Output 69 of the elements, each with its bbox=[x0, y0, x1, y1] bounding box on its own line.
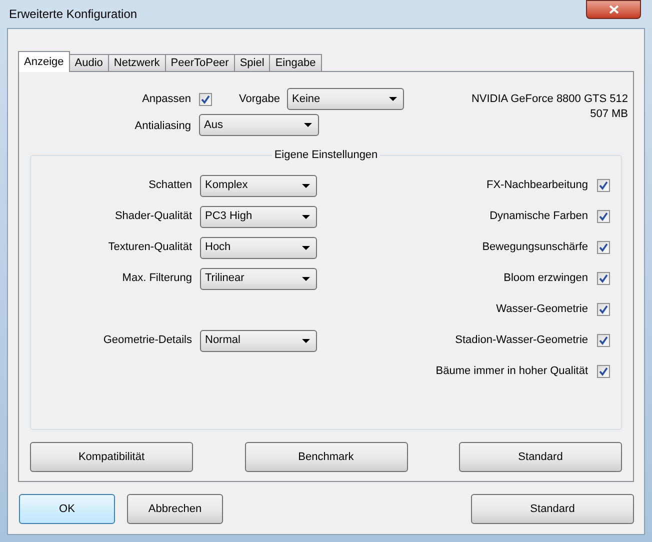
dropdown[interactable]: Trilinear bbox=[200, 268, 317, 290]
window-title: Erweiterte Konfiguration bbox=[9, 6, 138, 23]
caret-icon bbox=[304, 123, 312, 127]
checkmark-icon bbox=[599, 243, 608, 252]
checkmark-icon bbox=[599, 367, 608, 376]
tab[interactable]: Eingabe bbox=[269, 54, 322, 72]
dropdown[interactable]: Komplex bbox=[200, 174, 317, 196]
label: Shader-Qualität bbox=[114, 209, 192, 224]
checkbox[interactable] bbox=[597, 303, 610, 316]
label: Bloom erzwingen bbox=[504, 271, 588, 286]
caret-icon bbox=[302, 276, 310, 280]
checkbox[interactable] bbox=[597, 210, 610, 223]
checkbox[interactable] bbox=[597, 179, 610, 192]
label: Antialiasing bbox=[134, 118, 191, 134]
label: Anpassen bbox=[142, 92, 191, 107]
label: Max. Filterung bbox=[122, 271, 192, 286]
checkbox[interactable] bbox=[597, 272, 610, 285]
checkbox[interactable] bbox=[199, 92, 212, 106]
label: Geometrie-Details bbox=[103, 333, 192, 348]
checkbox[interactable] bbox=[597, 334, 610, 347]
label: Stadion-Wasser-Geometrie bbox=[455, 333, 588, 348]
label: Texturen-Qualität bbox=[108, 240, 192, 256]
memory-size: 507 MB bbox=[590, 107, 628, 122]
button[interactable]: Standard bbox=[459, 442, 622, 472]
tab[interactable]: Audio bbox=[68, 54, 109, 72]
label: Vorgabe bbox=[239, 92, 280, 107]
button[interactable]: Standard bbox=[471, 494, 634, 524]
close-icon bbox=[608, 5, 618, 14]
dropdown-value: Trilinear bbox=[205, 271, 244, 286]
tab[interactable]: PeerToPeer bbox=[164, 54, 235, 72]
tab[interactable]: Anzeige bbox=[18, 51, 70, 72]
close-button[interactable] bbox=[586, 0, 641, 19]
caret-icon bbox=[302, 214, 310, 218]
button[interactable]: Kompatibilität bbox=[30, 442, 193, 472]
checkmark-icon bbox=[599, 274, 608, 283]
label: Bewegungsunschärfe bbox=[482, 240, 588, 256]
caret-icon bbox=[302, 246, 310, 250]
dropdown[interactable]: Keine bbox=[287, 88, 404, 110]
tab[interactable]: Netzwerk bbox=[108, 54, 166, 72]
checkbox[interactable] bbox=[597, 365, 610, 378]
dropdown-value: Komplex bbox=[205, 178, 248, 194]
label: Dynamische Farben bbox=[490, 209, 588, 224]
label: Bäume immer in hoher Qualität bbox=[436, 364, 588, 380]
dropdown-value: Keine bbox=[292, 92, 320, 107]
checkmark-icon bbox=[599, 212, 608, 221]
checkmark-icon bbox=[599, 336, 608, 345]
label: Wasser-Geometrie bbox=[496, 302, 588, 318]
dropdown-value: Hoch bbox=[205, 240, 231, 256]
dropdown-value: Normal bbox=[205, 333, 240, 348]
dropdown[interactable]: Hoch bbox=[200, 236, 317, 258]
dropdown-value: Aus bbox=[204, 118, 223, 133]
caret-icon bbox=[389, 97, 397, 101]
button[interactable]: Benchmark bbox=[244, 442, 408, 472]
checkbox[interactable] bbox=[597, 241, 610, 254]
checkmark-icon bbox=[599, 181, 608, 190]
checkmark-icon bbox=[201, 94, 210, 104]
group-title: Eigene Einstellungen bbox=[272, 148, 380, 162]
gpu-name: NVIDIA GeForce 8800 GTS 512 bbox=[471, 92, 628, 107]
dropdown[interactable]: Aus bbox=[199, 114, 319, 136]
caret-icon bbox=[302, 184, 310, 188]
caret-icon bbox=[302, 338, 310, 342]
dropdown-value: PC3 High bbox=[205, 209, 252, 224]
dropdown[interactable]: PC3 High bbox=[200, 206, 317, 228]
label: FX-Nachbearbeitung bbox=[486, 178, 588, 194]
checkmark-icon bbox=[599, 305, 608, 314]
label: Schatten bbox=[148, 178, 192, 194]
dropdown[interactable]: Normal bbox=[200, 330, 317, 352]
button[interactable]: OK bbox=[19, 494, 115, 524]
button[interactable]: Abbrechen bbox=[127, 494, 223, 524]
